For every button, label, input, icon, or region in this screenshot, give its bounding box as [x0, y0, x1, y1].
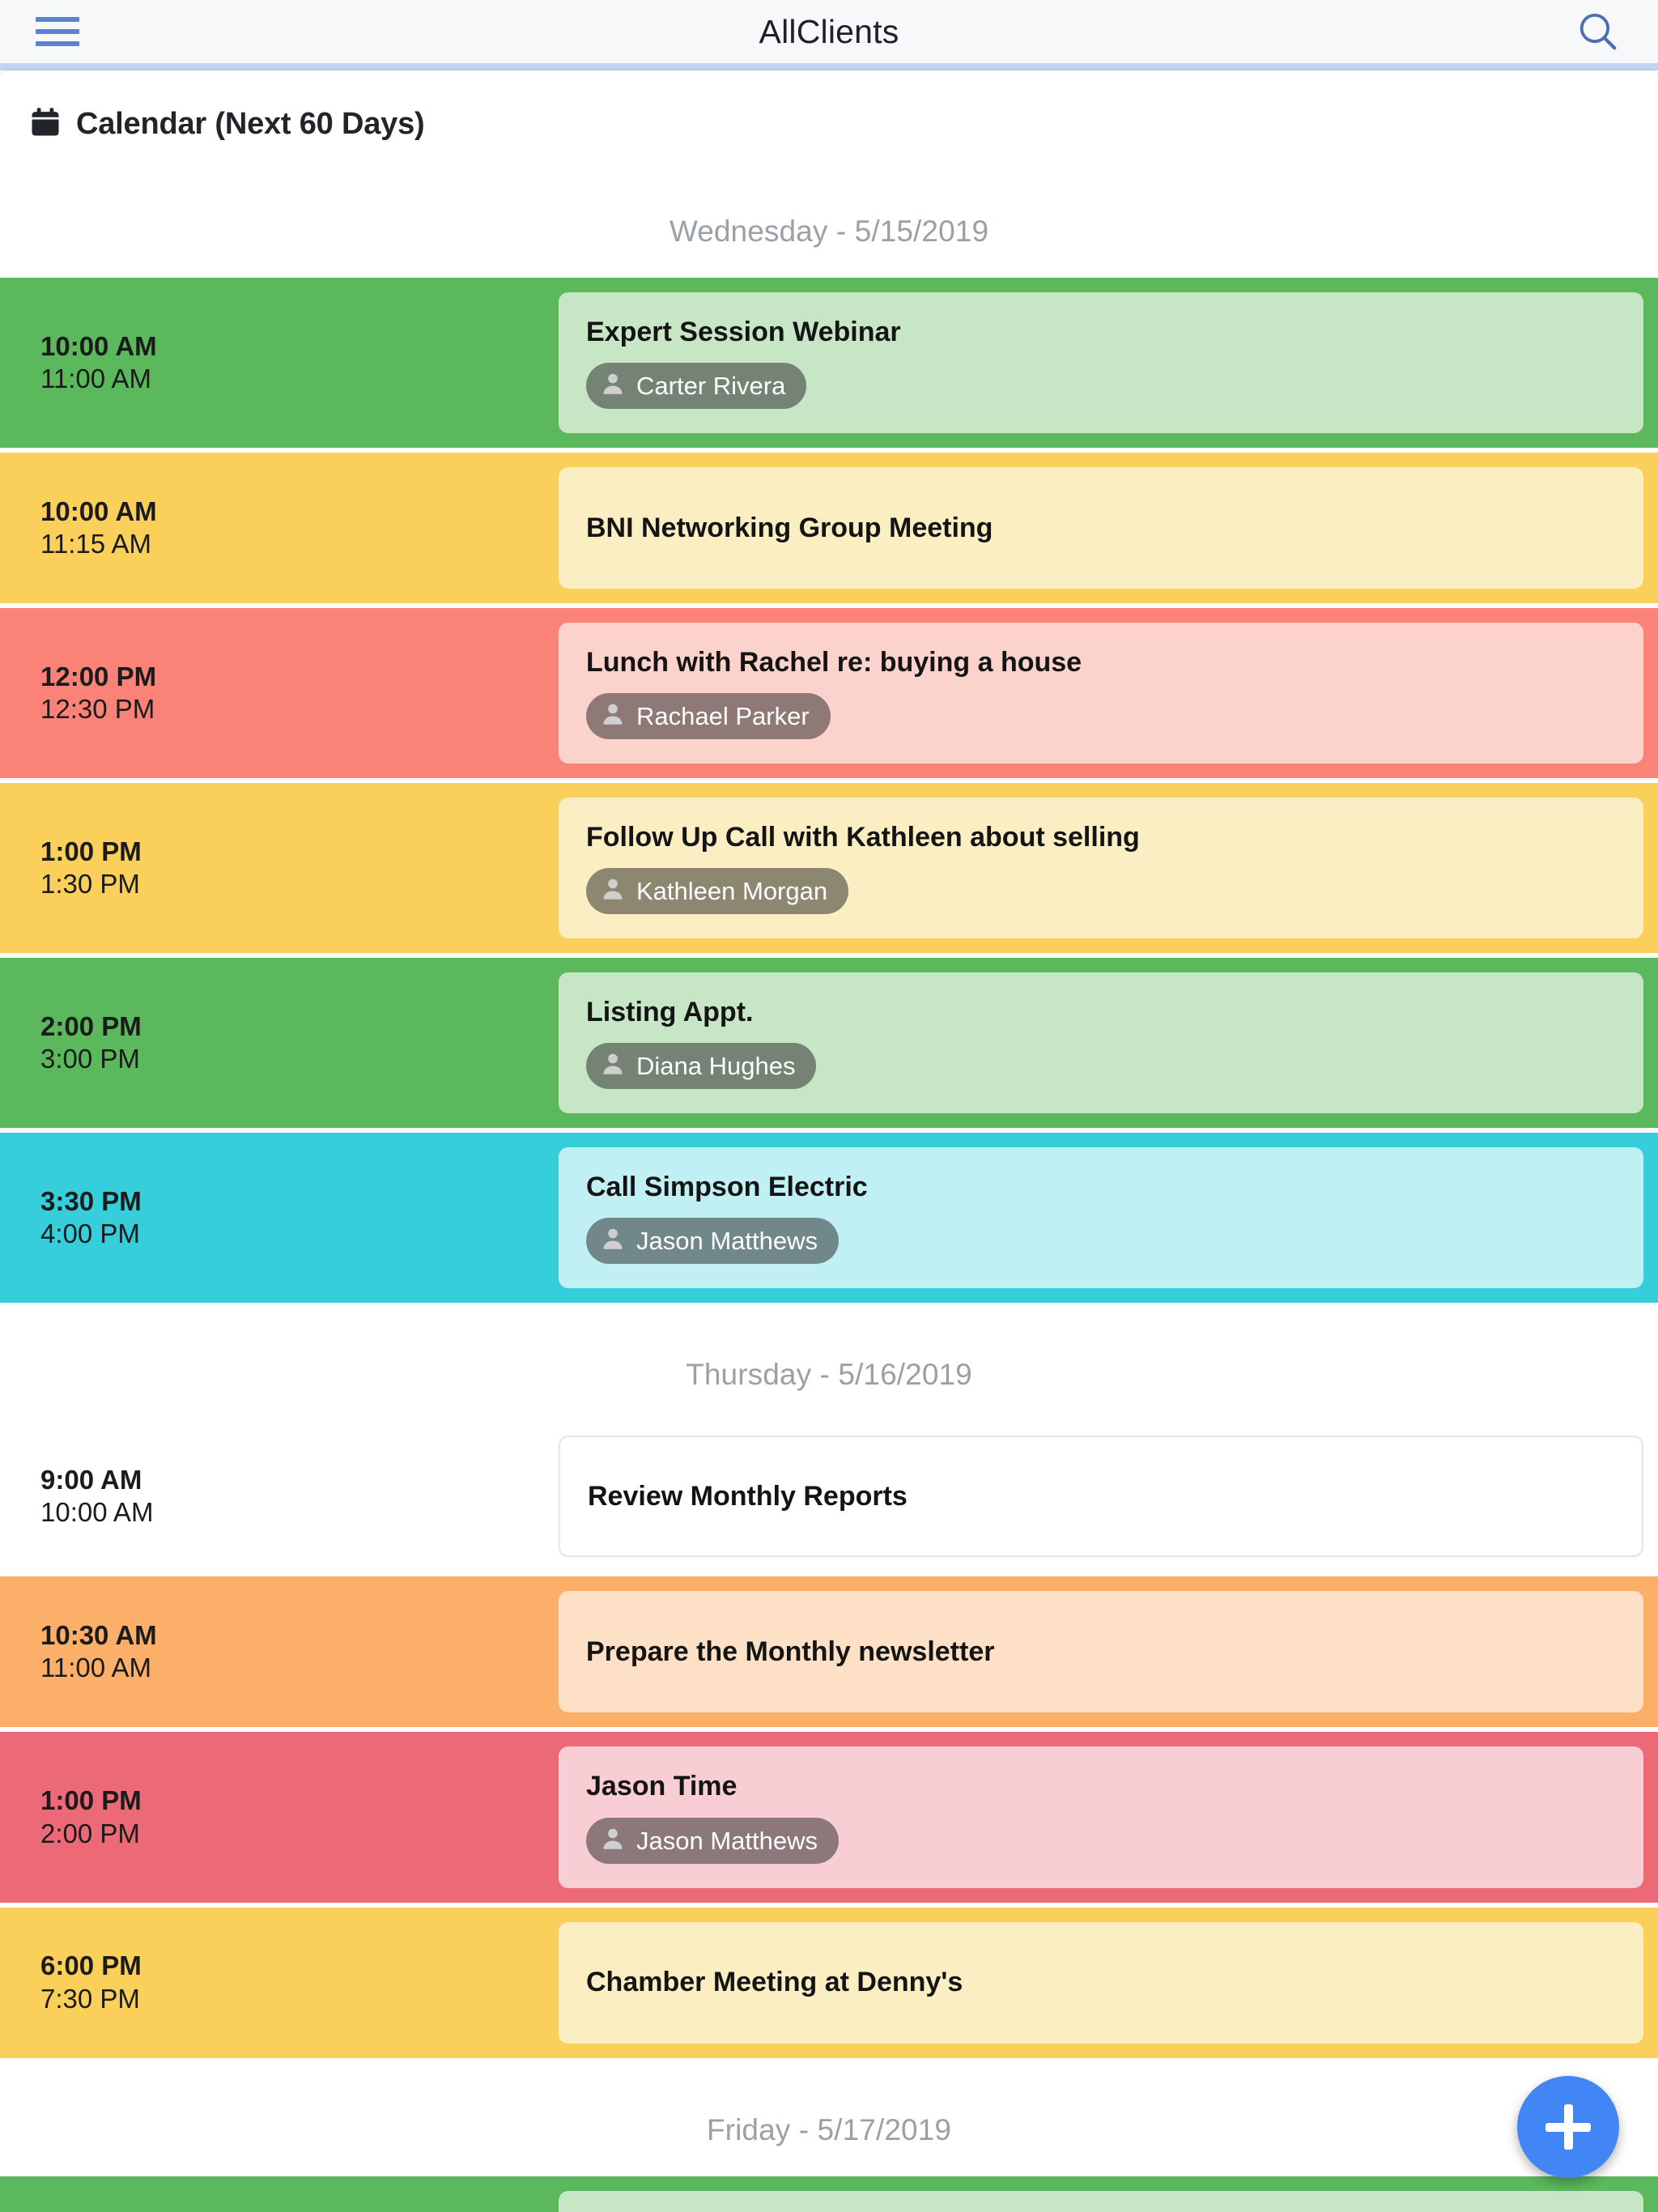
event-end-time: 3:00 PM [40, 1044, 140, 1074]
contact-name: Kathleen Morgan [636, 877, 828, 906]
event-end-time: 11:15 AM [40, 529, 151, 559]
calendar-content-panel: Calendar (Next 60 Days) Wednesday - 5/15… [0, 70, 1658, 2212]
event-title: Lunch with Rachel re: buying a house [586, 647, 1082, 678]
event-title: Prepare the Monthly newsletter [586, 1636, 995, 1667]
event-card[interactable]: Chamber Meeting at Denny's [559, 1921, 1643, 2044]
event-title: Chamber Meeting at Denny's [586, 1967, 963, 1998]
app-title: AllClients [759, 12, 899, 50]
calendar-icon [28, 104, 63, 144]
event-time-block: 10:00 AM 11:15 AM [0, 453, 559, 603]
person-icon [599, 370, 627, 402]
event-start-time: 1:00 PM [40, 1785, 142, 1816]
event-contact-chip[interactable]: Kathleen Morgan [586, 868, 849, 915]
calendar-event-row[interactable]: 10:30 AM 11:00 AM Prepare the Monthly news… [0, 1576, 1658, 1728]
event-end-time: 12:30 PM [40, 694, 155, 725]
event-title: BNI Networking Group Meeting [586, 512, 993, 543]
plus-icon-vertical [1563, 2104, 1573, 2150]
event-time-block: 3:30 PM 4:00 PM [0, 1133, 559, 1303]
calendar-event-row[interactable]: 9:00 AM 10:00 AM Review Monthly Reports [0, 1421, 1658, 1572]
event-time-block: 6:00 PM 7:30 PM [0, 1908, 559, 2058]
event-start-time: 10:30 AM [40, 1620, 157, 1651]
event-start-time: 12:00 PM [40, 661, 157, 691]
calendar-event-row[interactable]: 1:00 PM 2:00 PM Jason Time Jason Matthews [0, 1732, 1658, 1903]
event-end-time: 1:30 PM [40, 869, 140, 900]
calendar-event-row[interactable]: 10:00 AM 11:15 AM BNI Networking Group Mee… [0, 453, 1658, 604]
event-card[interactable]: Expert Session Webinar Carter Rivera [559, 292, 1643, 434]
event-start-time: 9:00 AM [40, 1465, 142, 1495]
event-card[interactable]: Prepare the Monthly newsletter [559, 1591, 1643, 1713]
hamburger-bar-3 [36, 41, 79, 46]
event-contact-chip[interactable]: Carter Rivera [586, 363, 807, 410]
hamburger-bar-1 [36, 17, 79, 22]
event-card[interactable]: Review Monthly Reports [559, 1436, 1643, 1558]
event-end-time: 4:00 PM [40, 1219, 140, 1249]
event-card[interactable]: Jason Time Jason Matthews [559, 1746, 1643, 1888]
day-header: Thursday - 5/16/2019 [686, 1358, 972, 1392]
event-start-time: 10:00 AM [40, 330, 157, 361]
calendar-event-row[interactable]: 3:00 PM5:00 PMWeekly Brainstorm [0, 2176, 1658, 2212]
calendar-event-row[interactable]: 1:00 PM 1:30 PM Follow Up Call with Kathle… [0, 783, 1658, 954]
person-icon [599, 1050, 627, 1082]
contact-name: Rachael Parker [636, 702, 810, 731]
event-time-block: 10:30 AM 11:00 AM [0, 1576, 559, 1727]
event-end-time: 11:00 AM [40, 1653, 151, 1683]
event-start-time: 3:30 PM [40, 1186, 142, 1217]
app-bar-underline [0, 63, 1658, 70]
event-card[interactable]: Lunch with Rachel re: buying a house Rach… [559, 623, 1643, 764]
event-title: Call Simpson Electric [586, 1172, 868, 1203]
event-time-block: 3:00 PM5:00 PM [0, 2176, 559, 2212]
event-card[interactable]: Weekly Brainstorm [559, 2190, 1643, 2212]
contact-name: Carter Rivera [636, 372, 786, 401]
search-icon[interactable] [1574, 7, 1622, 56]
event-start-time: 2:00 PM [40, 1011, 142, 1042]
event-time-block: 10:00 AM 11:00 AM [0, 278, 559, 448]
event-time-block: 2:00 PM 3:00 PM [0, 958, 559, 1128]
event-end-time: 7:30 PM [40, 1983, 140, 2014]
event-end-time: 2:00 PM [40, 1818, 140, 1848]
event-title: Expert Session Webinar [586, 317, 901, 347]
app-bar: AllClients [0, 0, 1658, 63]
event-start-time: 6:00 PM [40, 1950, 142, 1981]
day-header: Wednesday - 5/15/2019 [669, 215, 989, 248]
event-title: Follow Up Call with Kathleen about selli… [586, 822, 1140, 853]
event-time-block: 12:00 PM 12:30 PM [0, 608, 559, 778]
event-contact-chip[interactable]: Jason Matthews [586, 1817, 839, 1864]
day-header: Friday - 5/17/2019 [706, 2112, 952, 2146]
person-icon [599, 1825, 627, 1857]
contact-name: Diana Hughes [636, 1052, 796, 1081]
person-icon [599, 700, 627, 732]
calendar-event-row[interactable]: 2:00 PM 3:00 PM Listing Appt. Diana Hughes [0, 958, 1658, 1129]
page-header: Calendar (Next 60 Days) [0, 70, 1658, 155]
event-card[interactable]: Follow Up Call with Kathleen about selli… [559, 798, 1643, 939]
event-contact-chip[interactable]: Diana Hughes [586, 1043, 817, 1090]
event-start-time: 10:00 AM [40, 496, 157, 526]
event-time-block: 9:00 AM 10:00 AM [0, 1421, 559, 1572]
event-time-block: 1:00 PM 2:00 PM [0, 1732, 559, 1902]
event-card[interactable]: Listing Appt. Diana Hughes [559, 972, 1643, 1114]
calendar-day-list: Wednesday - 5/15/2019 10:00 AM 11:00 AM Exp… [0, 155, 1658, 2212]
event-start-time: 1:00 PM [40, 836, 142, 866]
event-title: Listing Appt. [586, 997, 754, 1028]
calendar-event-row[interactable]: 3:30 PM 4:00 PM Call Simpson Electric Jason… [0, 1133, 1658, 1304]
calendar-event-row[interactable]: 6:00 PM 7:30 PM Chamber Meeting at Denny's [0, 1907, 1658, 2058]
contact-name: Jason Matthews [636, 1227, 818, 1256]
page-title: Calendar (Next 60 Days) [76, 106, 425, 141]
event-title: Review Monthly Reports [588, 1480, 908, 1512]
person-icon [599, 1225, 627, 1257]
event-contact-chip[interactable]: Jason Matthews [586, 1218, 839, 1265]
event-title: Jason Time [586, 1771, 738, 1802]
hamburger-menu-icon[interactable] [36, 14, 79, 49]
contact-name: Jason Matthews [636, 1826, 818, 1855]
calendar-event-row[interactable]: 12:00 PM 12:30 PM Lunch with Rachel re: bu… [0, 608, 1658, 779]
calendar-event-row[interactable]: 10:00 AM 11:00 AM Expert Session Webinar Ca… [0, 278, 1658, 449]
event-card[interactable]: Call Simpson Electric Jason Matthews [559, 1147, 1643, 1289]
event-contact-chip[interactable]: Rachael Parker [586, 693, 831, 740]
add-event-fab-button[interactable] [1517, 2076, 1619, 2178]
event-card[interactable]: BNI Networking Group Meeting [559, 467, 1643, 589]
event-time-block: 1:00 PM 1:30 PM [0, 783, 559, 953]
event-end-time: 11:00 AM [40, 364, 151, 394]
event-end-time: 10:00 AM [40, 1497, 154, 1528]
hamburger-bar-2 [36, 29, 79, 34]
person-icon [599, 875, 627, 907]
